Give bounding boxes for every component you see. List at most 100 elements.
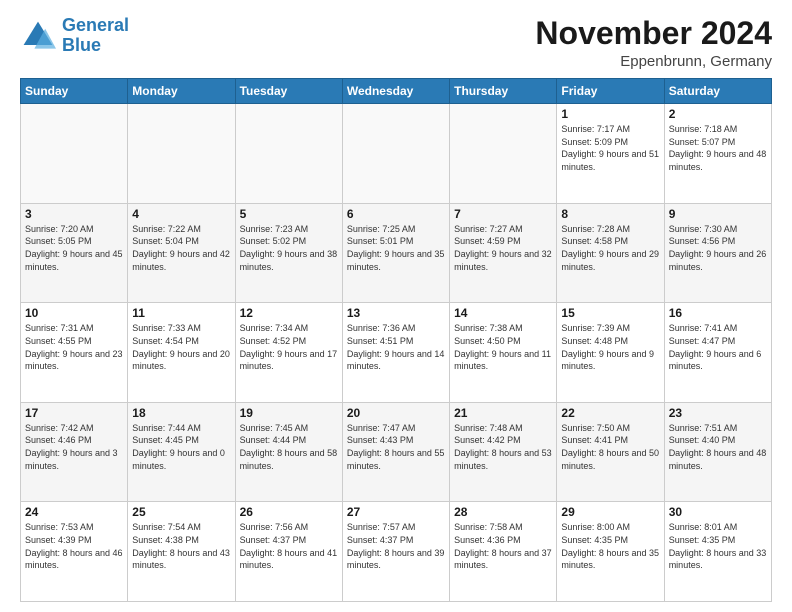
calendar-cell: 25 Sunrise: 7:54 AM Sunset: 4:38 PM Dayli… [128, 502, 235, 602]
day-info: Sunrise: 7:20 AM Sunset: 5:05 PM Dayligh… [25, 223, 123, 273]
calendar-week-row: 3 Sunrise: 7:20 AM Sunset: 5:05 PM Daylig… [21, 203, 772, 303]
weekday-header: Wednesday [342, 79, 449, 104]
day-info: Sunrise: 7:27 AM Sunset: 4:59 PM Dayligh… [454, 223, 552, 273]
day-info: Sunrise: 8:00 AM Sunset: 4:35 PM Dayligh… [561, 521, 659, 571]
weekday-header: Sunday [21, 79, 128, 104]
day-info: Sunrise: 7:38 AM Sunset: 4:50 PM Dayligh… [454, 322, 552, 372]
day-info: Sunrise: 7:56 AM Sunset: 4:37 PM Dayligh… [240, 521, 338, 571]
calendar-week-row: 1 Sunrise: 7:17 AM Sunset: 5:09 PM Daylig… [21, 104, 772, 204]
day-number: 12 [240, 306, 338, 320]
day-info: Sunrise: 7:47 AM Sunset: 4:43 PM Dayligh… [347, 422, 445, 472]
day-info: Sunrise: 8:01 AM Sunset: 4:35 PM Dayligh… [669, 521, 767, 571]
day-info: Sunrise: 7:17 AM Sunset: 5:09 PM Dayligh… [561, 123, 659, 173]
day-number: 3 [25, 207, 123, 221]
logo-line1: General [62, 15, 129, 35]
day-info: Sunrise: 7:31 AM Sunset: 4:55 PM Dayligh… [25, 322, 123, 372]
day-number: 22 [561, 406, 659, 420]
day-info: Sunrise: 7:44 AM Sunset: 4:45 PM Dayligh… [132, 422, 230, 472]
day-info: Sunrise: 7:50 AM Sunset: 4:41 PM Dayligh… [561, 422, 659, 472]
calendar-week-row: 17 Sunrise: 7:42 AM Sunset: 4:46 PM Dayli… [21, 402, 772, 502]
calendar-cell: 8Sunrise: 7:28 AM Sunset: 4:58 PM Daylig… [557, 203, 664, 303]
day-number: 14 [454, 306, 552, 320]
calendar-cell: 21Sunrise: 7:48 AM Sunset: 4:42 PM Dayli… [450, 402, 557, 502]
day-info: Sunrise: 7:42 AM Sunset: 4:46 PM Dayligh… [25, 422, 123, 472]
day-info: Sunrise: 7:54 AM Sunset: 4:38 PM Dayligh… [132, 521, 230, 571]
day-info: Sunrise: 7:18 AM Sunset: 5:07 PM Dayligh… [669, 123, 767, 173]
day-number: 17 [25, 406, 123, 420]
day-number: 7 [454, 207, 552, 221]
header: General Blue November 2024 Eppenbrunn, G… [20, 16, 772, 70]
weekday-header: Tuesday [235, 79, 342, 104]
day-info: Sunrise: 7:30 AM Sunset: 4:56 PM Dayligh… [669, 223, 767, 273]
calendar-table: SundayMondayTuesdayWednesdayThursdayFrid… [20, 78, 772, 602]
calendar-cell [128, 104, 235, 204]
day-info: Sunrise: 7:58 AM Sunset: 4:36 PM Dayligh… [454, 521, 552, 571]
calendar-week-row: 10 Sunrise: 7:31 AM Sunset: 4:55 PM Dayli… [21, 303, 772, 403]
day-number: 29 [561, 505, 659, 519]
calendar-cell: 3 Sunrise: 7:20 AM Sunset: 5:05 PM Daylig… [21, 203, 128, 303]
day-number: 18 [132, 406, 230, 420]
calendar-cell: 26 Sunrise: 7:56 AM Sunset: 4:37 PM Dayli… [235, 502, 342, 602]
day-info: Sunrise: 7:39 AM Sunset: 4:48 PM Dayligh… [561, 322, 659, 372]
day-number: 19 [240, 406, 338, 420]
day-info: Sunrise: 7:22 AM Sunset: 5:04 PM Dayligh… [132, 223, 230, 273]
day-info: Sunrise: 7:45 AM Sunset: 4:44 PM Dayligh… [240, 422, 338, 472]
calendar-cell: 6 Sunrise: 7:25 AM Sunset: 5:01 PM Daylig… [342, 203, 449, 303]
logo: General Blue [20, 16, 129, 56]
day-info: Sunrise: 7:51 AM Sunset: 4:40 PM Dayligh… [669, 422, 767, 472]
calendar-cell: 29 Sunrise: 8:00 AM Sunset: 4:35 PM Dayli… [557, 502, 664, 602]
day-number: 10 [25, 306, 123, 320]
day-number: 25 [132, 505, 230, 519]
weekday-header: Monday [128, 79, 235, 104]
weekday-header: Saturday [664, 79, 771, 104]
day-info: Sunrise: 7:34 AM Sunset: 4:52 PM Dayligh… [240, 322, 338, 372]
day-info: Sunrise: 7:36 AM Sunset: 4:51 PM Dayligh… [347, 322, 445, 372]
day-number: 6 [347, 207, 445, 221]
calendar-cell: 11Sunrise: 7:33 AM Sunset: 4:54 PM Dayli… [128, 303, 235, 403]
calendar-cell: 15 Sunrise: 7:39 AM Sunset: 4:48 PM Dayli… [557, 303, 664, 403]
day-number: 2 [669, 107, 767, 121]
day-info: Sunrise: 7:23 AM Sunset: 5:02 PM Dayligh… [240, 223, 338, 273]
calendar-cell: 20 Sunrise: 7:47 AM Sunset: 4:43 PM Dayli… [342, 402, 449, 502]
calendar-cell: 28 Sunrise: 7:58 AM Sunset: 4:36 PM Dayli… [450, 502, 557, 602]
day-number: 11 [132, 306, 230, 320]
calendar-cell [342, 104, 449, 204]
day-number: 20 [347, 406, 445, 420]
calendar-cell: 12 Sunrise: 7:34 AM Sunset: 4:52 PM Dayli… [235, 303, 342, 403]
calendar-cell [450, 104, 557, 204]
calendar-cell: 9 Sunrise: 7:30 AM Sunset: 4:56 PM Daylig… [664, 203, 771, 303]
calendar-cell: 18 Sunrise: 7:44 AM Sunset: 4:45 PM Dayli… [128, 402, 235, 502]
calendar-cell: 17 Sunrise: 7:42 AM Sunset: 4:46 PM Dayli… [21, 402, 128, 502]
logo-icon [20, 18, 56, 54]
day-number: 4 [132, 207, 230, 221]
calendar-cell [21, 104, 128, 204]
title-block: November 2024 Eppenbrunn, Germany [535, 16, 772, 70]
day-number: 28 [454, 505, 552, 519]
weekday-header: Thursday [450, 79, 557, 104]
calendar-cell: 16Sunrise: 7:41 AM Sunset: 4:47 PM Dayli… [664, 303, 771, 403]
calendar-cell: 19 Sunrise: 7:45 AM Sunset: 4:44 PM Dayli… [235, 402, 342, 502]
day-number: 13 [347, 306, 445, 320]
day-number: 23 [669, 406, 767, 420]
calendar-cell: 2 Sunrise: 7:18 AM Sunset: 5:07 PM Daylig… [664, 104, 771, 204]
day-info: Sunrise: 7:57 AM Sunset: 4:37 PM Dayligh… [347, 521, 445, 571]
day-info: Sunrise: 7:25 AM Sunset: 5:01 PM Dayligh… [347, 223, 445, 273]
day-number: 15 [561, 306, 659, 320]
day-number: 5 [240, 207, 338, 221]
calendar-cell: 5 Sunrise: 7:23 AM Sunset: 5:02 PM Daylig… [235, 203, 342, 303]
day-number: 24 [25, 505, 123, 519]
calendar-cell: 24 Sunrise: 7:53 AM Sunset: 4:39 PM Dayli… [21, 502, 128, 602]
day-number: 9 [669, 207, 767, 221]
day-info: Sunrise: 7:53 AM Sunset: 4:39 PM Dayligh… [25, 521, 123, 571]
day-number: 21 [454, 406, 552, 420]
day-number: 1 [561, 107, 659, 121]
calendar-cell: 7 Sunrise: 7:27 AM Sunset: 4:59 PM Daylig… [450, 203, 557, 303]
calendar-cell: 22 Sunrise: 7:50 AM Sunset: 4:41 PM Dayli… [557, 402, 664, 502]
day-number: 27 [347, 505, 445, 519]
logo-line2: Blue [62, 35, 101, 55]
day-info: Sunrise: 7:41 AM Sunset: 4:47 PM Dayligh… [669, 322, 767, 372]
calendar-cell: 27 Sunrise: 7:57 AM Sunset: 4:37 PM Dayli… [342, 502, 449, 602]
main-title: November 2024 [535, 16, 772, 51]
day-number: 26 [240, 505, 338, 519]
calendar-cell: 13 Sunrise: 7:36 AM Sunset: 4:51 PM Dayli… [342, 303, 449, 403]
